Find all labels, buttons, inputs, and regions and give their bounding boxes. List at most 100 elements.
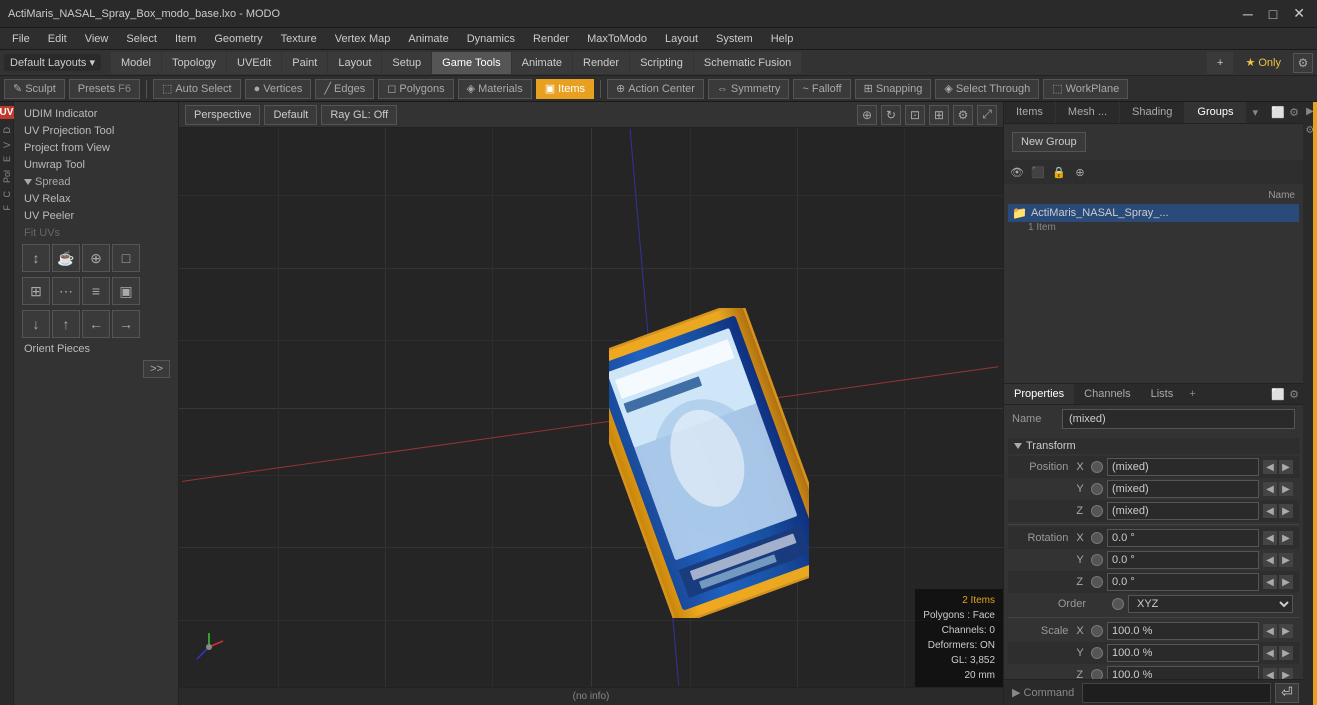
props-tab-properties[interactable]: Properties bbox=[1004, 384, 1074, 404]
add-tab-button[interactable]: + bbox=[1183, 384, 1201, 404]
tab-setup[interactable]: Setup bbox=[382, 52, 431, 74]
rotation-x-dot[interactable] bbox=[1091, 532, 1103, 544]
tool-icon-left[interactable]: ← bbox=[82, 310, 110, 338]
tool-icon-down[interactable]: ↓ bbox=[22, 310, 50, 338]
viewport-expand-icon[interactable]: ⤢ bbox=[977, 105, 997, 125]
order-dot[interactable] bbox=[1112, 598, 1124, 610]
new-group-button[interactable]: New Group bbox=[1012, 132, 1086, 152]
symmetry-button[interactable]: ⇔ Symmetry bbox=[708, 79, 790, 99]
tool-uvpeeler[interactable]: UV Peeler bbox=[18, 208, 174, 224]
position-y-dot[interactable] bbox=[1091, 483, 1103, 495]
menu-render[interactable]: Render bbox=[525, 31, 577, 47]
viewport-zoom-icon[interactable]: ⊡ bbox=[905, 105, 925, 125]
menu-maxtomodo[interactable]: MaxToModo bbox=[579, 31, 655, 47]
tab-more-icon[interactable]: ▾ bbox=[1246, 102, 1264, 123]
rotation-y-next[interactable]: ▶ bbox=[1279, 553, 1293, 567]
order-select[interactable]: XYZ bbox=[1128, 595, 1293, 613]
viewport-settings-icon[interactable]: ⚙ bbox=[953, 105, 973, 125]
lock-toggle-button[interactable]: ⬛ bbox=[1029, 163, 1047, 181]
position-x-input[interactable] bbox=[1107, 458, 1259, 476]
position-x-next[interactable]: ▶ bbox=[1279, 460, 1293, 474]
tool-icon-move[interactable]: ↕ bbox=[22, 244, 50, 272]
name-input[interactable] bbox=[1062, 409, 1295, 429]
falloff-button[interactable]: ~ Falloff bbox=[793, 79, 850, 99]
tool-icon-cup[interactable]: ☕ bbox=[52, 244, 80, 272]
menu-file[interactable]: File bbox=[4, 31, 38, 47]
tab-mesh[interactable]: Mesh ... bbox=[1056, 102, 1120, 123]
rotation-y-prev[interactable]: ◀ bbox=[1263, 553, 1277, 567]
edges-button[interactable]: ╱ Edges bbox=[315, 79, 374, 99]
viewport-fit-icon[interactable]: ⊕ bbox=[857, 105, 877, 125]
add-workspace-button[interactable]: + bbox=[1207, 52, 1233, 74]
scale-x-prev[interactable]: ◀ bbox=[1263, 624, 1277, 638]
position-z-prev[interactable]: ◀ bbox=[1263, 504, 1277, 518]
close-button[interactable]: ✕ bbox=[1289, 5, 1309, 22]
menu-view[interactable]: View bbox=[77, 31, 117, 47]
render-toggle-button[interactable]: 🔒 bbox=[1050, 163, 1068, 181]
tool-uvprojection[interactable]: UV Projection Tool bbox=[18, 123, 174, 139]
tab-topology[interactable]: Topology bbox=[162, 52, 226, 74]
command-submit-button[interactable]: ⏎ bbox=[1275, 683, 1299, 703]
tab-groups[interactable]: Groups bbox=[1185, 102, 1246, 123]
scale-z-next[interactable]: ▶ bbox=[1279, 668, 1293, 679]
tool-orientpieces[interactable]: Orient Pieces bbox=[18, 341, 174, 357]
menu-vertexmap[interactable]: Vertex Map bbox=[327, 31, 399, 47]
presets-button[interactable]: Presets F6 bbox=[69, 79, 140, 99]
menu-edit[interactable]: Edit bbox=[40, 31, 75, 47]
ray-gl-button[interactable]: Ray GL: Off bbox=[321, 105, 397, 125]
tool-icon-grid[interactable]: ⊞ bbox=[22, 277, 50, 305]
position-x-prev[interactable]: ◀ bbox=[1263, 460, 1277, 474]
position-y-next[interactable]: ▶ bbox=[1279, 482, 1293, 496]
scale-y-prev[interactable]: ◀ bbox=[1263, 646, 1277, 660]
tool-fituvs[interactable]: Fit UVs bbox=[18, 225, 174, 241]
menu-layout[interactable]: Layout bbox=[657, 31, 706, 47]
scale-x-dot[interactable] bbox=[1091, 625, 1103, 637]
menu-texture[interactable]: Texture bbox=[273, 31, 325, 47]
position-z-next[interactable]: ▶ bbox=[1279, 504, 1293, 518]
panel-minimize-icon[interactable]: ⬜ bbox=[1271, 106, 1285, 119]
action-center-button[interactable]: ⊕ Action Center bbox=[607, 79, 704, 99]
tool-icon-up[interactable]: ↑ bbox=[52, 310, 80, 338]
more-tools-button[interactable]: >> bbox=[143, 360, 170, 378]
position-y-input[interactable] bbox=[1107, 480, 1259, 498]
viewport-rotate-icon[interactable]: ↻ bbox=[881, 105, 901, 125]
vertices-button[interactable]: ● Vertices bbox=[245, 79, 312, 99]
maximize-button[interactable]: □ bbox=[1265, 5, 1281, 22]
props-tab-lists[interactable]: Lists bbox=[1141, 384, 1184, 404]
rotation-x-prev[interactable]: ◀ bbox=[1263, 531, 1277, 545]
tab-gametools[interactable]: Game Tools bbox=[432, 52, 511, 74]
tool-icon-dots[interactable]: ⋯ bbox=[52, 277, 80, 305]
tool-icon-axes[interactable]: ⊕ bbox=[82, 244, 110, 272]
tab-items[interactable]: Items bbox=[1004, 102, 1056, 123]
polygons-button[interactable]: ◻ Polygons bbox=[378, 79, 453, 99]
scale-y-dot[interactable] bbox=[1091, 647, 1103, 659]
rotation-x-input[interactable] bbox=[1107, 529, 1259, 547]
tab-shading[interactable]: Shading bbox=[1120, 102, 1185, 123]
viewport-3d[interactable]: 2 Items Polygons : Face Channels: 0 Defo… bbox=[179, 128, 1003, 687]
rotation-z-dot[interactable] bbox=[1091, 576, 1103, 588]
select-through-button[interactable]: ◈ Select Through bbox=[935, 79, 1039, 99]
tab-render[interactable]: Render bbox=[573, 52, 629, 74]
workplane-button[interactable]: ⬚ WorkPlane bbox=[1043, 79, 1128, 99]
position-y-prev[interactable]: ◀ bbox=[1263, 482, 1277, 496]
tool-icon-cube[interactable]: □ bbox=[112, 244, 140, 272]
sculpt-button[interactable]: ✎ Sculpt bbox=[4, 79, 65, 99]
tab-animate[interactable]: Animate bbox=[512, 52, 572, 74]
position-z-input[interactable] bbox=[1107, 502, 1259, 520]
transform-collapse-icon[interactable] bbox=[1014, 443, 1022, 449]
rotation-z-prev[interactable]: ◀ bbox=[1263, 575, 1277, 589]
tab-scripting[interactable]: Scripting bbox=[630, 52, 693, 74]
perspective-button[interactable]: Perspective bbox=[185, 105, 260, 125]
menu-item[interactable]: Item bbox=[167, 31, 204, 47]
scale-x-input[interactable] bbox=[1107, 622, 1259, 640]
command-input[interactable] bbox=[1082, 683, 1271, 703]
tool-spread-group[interactable]: Spread bbox=[18, 174, 174, 190]
tab-layout[interactable]: Layout bbox=[328, 52, 381, 74]
position-x-dot[interactable] bbox=[1091, 461, 1103, 473]
position-z-dot[interactable] bbox=[1091, 505, 1103, 517]
layout-selector[interactable]: Default Layouts ▾ bbox=[4, 54, 101, 71]
scale-z-dot[interactable] bbox=[1091, 669, 1103, 679]
props-settings-icon[interactable]: ⚙ bbox=[1289, 388, 1299, 401]
rotation-z-input[interactable] bbox=[1107, 573, 1259, 591]
menu-help[interactable]: Help bbox=[763, 31, 802, 47]
